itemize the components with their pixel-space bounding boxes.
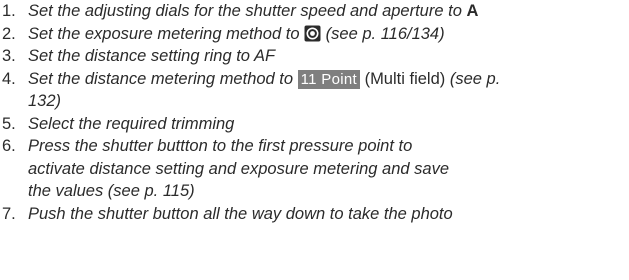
step-text: Set the adjusting dials for the shutter … bbox=[28, 0, 624, 23]
list-item: 6. Press the shutter buttton to the firs… bbox=[2, 135, 624, 203]
step-text-part: Set the adjusting dials for the shutter … bbox=[28, 2, 467, 20]
list-item: 4. Set the distance metering method to 1… bbox=[2, 68, 624, 113]
list-item: 1. Set the adjusting dials for the shutt… bbox=[2, 0, 624, 23]
step-number: 4. bbox=[2, 69, 16, 88]
step-text: Set the distance metering method to 11 P… bbox=[28, 68, 624, 113]
step-text-part: Set the exposure metering method to bbox=[28, 24, 305, 43]
step-text-part: Set the distance metering method to bbox=[28, 69, 298, 88]
instruction-list: 1. Set the adjusting dials for the shutt… bbox=[2, 0, 624, 225]
step-text-part: Set the distance setting ring to AF bbox=[28, 47, 276, 65]
step-number: 5. bbox=[2, 114, 16, 133]
step-text-part: Push the shutter button all the way down… bbox=[28, 204, 453, 223]
step-text: Select the required trimming bbox=[28, 113, 624, 136]
step-text: Set the distance setting ring to AF bbox=[28, 45, 624, 68]
metering-mode-badge: 11 Point bbox=[297, 69, 360, 89]
step-text-part: Select the required trimming bbox=[28, 114, 235, 133]
list-item: 5. Select the required trimming bbox=[2, 113, 624, 136]
step-text-part: Press the shutter buttton to the first p… bbox=[28, 137, 413, 155]
aperture-mode-label: A bbox=[466, 2, 479, 20]
step-text-part: (Multi field) bbox=[359, 69, 446, 88]
step-text-part: (see p. bbox=[445, 69, 501, 88]
step-text: Press the shutter buttton to the first p… bbox=[28, 135, 624, 203]
step-text: Set the exposure metering method to (see… bbox=[28, 23, 624, 46]
list-item: 3. Set the distance setting ring to AF bbox=[2, 45, 624, 68]
step-number: 1. bbox=[2, 2, 16, 20]
list-item: 2. Set the exposure metering method to (… bbox=[2, 23, 624, 46]
step-text-part: 132) bbox=[28, 92, 62, 110]
step-number: 3. bbox=[2, 47, 16, 65]
step-text-part: the values (see p. 115) bbox=[28, 182, 195, 200]
step-number: 2. bbox=[2, 24, 16, 43]
step-number: 6. bbox=[2, 137, 16, 155]
spot-metering-icon bbox=[304, 25, 321, 42]
step-text: Push the shutter button all the way down… bbox=[28, 203, 624, 226]
step-text-part: (see p. 116/134) bbox=[321, 24, 445, 43]
list-item: 7. Push the shutter button all the way d… bbox=[2, 203, 624, 226]
step-text-part: activate distance setting and exposure m… bbox=[28, 159, 450, 178]
step-number: 7. bbox=[2, 204, 16, 223]
